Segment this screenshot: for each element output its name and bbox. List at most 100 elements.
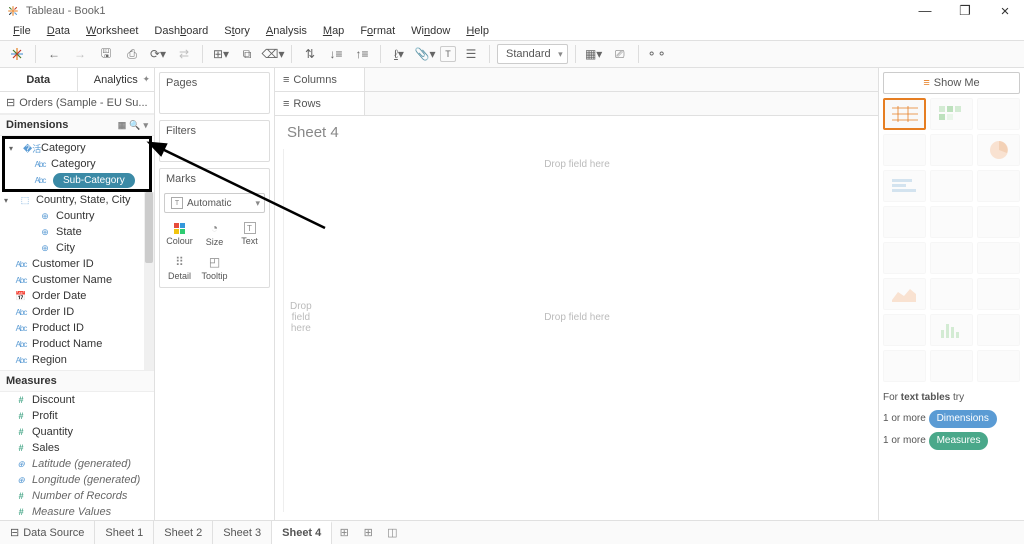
field-measure-values[interactable]: #Measure Values — [0, 504, 154, 520]
view-area[interactable]: Drop field here Drop field here Drop fie… — [283, 149, 870, 512]
swap-button[interactable]: ⇅ — [299, 43, 321, 65]
close-button[interactable]: × — [992, 3, 1018, 20]
menu-help[interactable]: Help — [459, 25, 496, 37]
viz-side-bar[interactable] — [977, 170, 1020, 202]
duplicate-button[interactable]: ⧉ — [236, 43, 258, 65]
viz-packed-bubble[interactable] — [977, 350, 1020, 382]
mark-colour[interactable]: Colour — [162, 217, 197, 251]
viz-filled-map[interactable] — [930, 134, 973, 166]
save-button[interactable]: 🖫 — [95, 43, 117, 65]
field-sales[interactable]: #Sales — [0, 440, 154, 456]
field-latitude[interactable]: ⊕Latitude (generated) — [0, 456, 154, 472]
redo-button[interactable]: → — [69, 43, 91, 65]
viz-pie[interactable] — [977, 134, 1020, 166]
menu-data[interactable]: Data — [40, 25, 77, 37]
menu-worksheet[interactable]: Worksheet — [79, 25, 145, 37]
viz-histogram[interactable] — [930, 314, 973, 346]
menu-story[interactable]: Story — [217, 25, 257, 37]
menu-dashboard[interactable]: Dashboard — [147, 25, 215, 37]
field-row-id[interactable]: #Row ID — [0, 368, 154, 370]
pause-button[interactable]: ⇄ — [173, 43, 195, 65]
maximize-button[interactable]: ❐ — [952, 3, 978, 20]
new-worksheet-button[interactable]: ⊞▾ — [210, 43, 232, 65]
menu-analysis[interactable]: Analysis — [259, 25, 314, 37]
pages-shelf[interactable]: Pages — [159, 72, 270, 114]
mark-text[interactable]: TText — [232, 217, 267, 251]
viz-scatter[interactable] — [883, 314, 926, 346]
tableau-icon[interactable] — [6, 43, 28, 65]
viz-line-cont[interactable] — [883, 242, 926, 274]
field-product-name[interactable]: AbcProduct Name — [0, 336, 154, 352]
tab-sheet-2[interactable]: Sheet 2 — [154, 521, 213, 544]
viz-heatmap[interactable] — [930, 98, 973, 130]
field-order-id[interactable]: AbcOrder ID — [0, 304, 154, 320]
field-order-date[interactable]: 📅Order Date — [0, 288, 154, 304]
view-icon[interactable]: ▦ — [118, 120, 127, 131]
tab-sheet-1[interactable]: Sheet 1 — [95, 521, 154, 544]
search-icon[interactable]: 🔍 — [129, 120, 140, 131]
mark-tooltip[interactable]: ◰Tooltip — [197, 251, 232, 285]
field-quantity[interactable]: #Quantity — [0, 424, 154, 440]
viz-dual-line[interactable] — [977, 242, 1020, 274]
field-category-group[interactable]: ▾�活Category — [5, 140, 149, 156]
show-labels-button[interactable]: ☰ — [460, 43, 482, 65]
viz-text-table[interactable] — [883, 98, 926, 130]
viz-side-circle[interactable] — [977, 206, 1020, 238]
menu-file[interactable]: File — [6, 25, 38, 37]
group-button[interactable]: 📎▾ — [414, 43, 436, 65]
datasource-item[interactable]: ⊟ Orders (Sample - EU Su... — [0, 92, 154, 114]
field-customer-id[interactable]: AbcCustomer ID — [0, 256, 154, 272]
sheet-title[interactable]: Sheet 4 — [275, 116, 878, 149]
viz-area-disc[interactable] — [930, 278, 973, 310]
field-longitude[interactable]: ⊕Longitude (generated) — [0, 472, 154, 488]
viz-bullet[interactable] — [930, 350, 973, 382]
text-button[interactable]: T — [440, 46, 456, 62]
field-product-id[interactable]: AbcProduct ID — [0, 320, 154, 336]
rows-shelf[interactable]: ≡Rows — [275, 92, 878, 116]
new-datasource-button[interactable]: ⎙ — [121, 43, 143, 65]
mark-detail[interactable]: ⠿Detail — [162, 251, 197, 285]
columns-shelf[interactable]: ≡Columns — [275, 68, 878, 92]
tab-data[interactable]: Data — [0, 68, 78, 92]
undo-button[interactable]: ← — [43, 43, 65, 65]
viz-circle[interactable] — [930, 206, 973, 238]
tab-sheet-4[interactable]: Sheet 4 — [272, 521, 332, 544]
tab-sheet-3[interactable]: Sheet 3 — [213, 521, 272, 544]
highlight-button[interactable]: ℓ▾ — [388, 43, 410, 65]
marks-type-dropdown[interactable]: Automatic — [164, 193, 265, 213]
menu-icon[interactable]: ▾ — [143, 120, 148, 131]
share-button[interactable]: ⚬⚬ — [646, 43, 668, 65]
sort-desc-button[interactable]: ↑≡ — [351, 43, 373, 65]
mark-size[interactable]: ◔Size — [197, 217, 232, 251]
menu-window[interactable]: Window — [404, 25, 457, 37]
field-geo-group[interactable]: ▾⬚Country, State, City — [0, 192, 154, 208]
menu-map[interactable]: Map — [316, 25, 351, 37]
fit-dropdown[interactable]: Standard — [497, 44, 568, 64]
viz-highlight-table[interactable] — [977, 98, 1020, 130]
field-subcategory[interactable]: AbcSub-Category — [5, 172, 149, 188]
field-profit[interactable]: #Profit — [0, 408, 154, 424]
viz-stacked-bar[interactable] — [930, 170, 973, 202]
viz-dual-combo[interactable] — [977, 278, 1020, 310]
field-discount[interactable]: #Discount — [0, 392, 154, 408]
field-category[interactable]: AbcCategory — [5, 156, 149, 172]
sort-asc-button[interactable]: ↓≡ — [325, 43, 347, 65]
viz-gantt[interactable] — [883, 350, 926, 382]
refresh-button[interactable]: ⟳▾ — [147, 43, 169, 65]
field-state[interactable]: ⊕State — [0, 224, 154, 240]
field-country[interactable]: ⊕Country — [0, 208, 154, 224]
tab-datasource[interactable]: ⊟Data Source — [0, 521, 95, 544]
viz-symbol-map[interactable] — [883, 134, 926, 166]
new-dashboard-button[interactable]: ⊞ — [356, 526, 380, 539]
viz-hbar[interactable] — [883, 170, 926, 202]
menu-format[interactable]: Format — [353, 25, 402, 37]
filters-shelf[interactable]: Filters — [159, 120, 270, 162]
field-city[interactable]: ⊕City — [0, 240, 154, 256]
viz-boxplot[interactable] — [977, 314, 1020, 346]
viz-line-disc[interactable] — [930, 242, 973, 274]
tab-analytics[interactable]: Analytics✦ — [78, 68, 155, 92]
viz-area-cont[interactable] — [883, 278, 926, 310]
new-sheet-button[interactable]: ⊞ — [332, 526, 356, 539]
showme-toggle[interactable]: ≡Show Me — [883, 72, 1020, 94]
clear-button[interactable]: ⌫▾ — [262, 43, 284, 65]
